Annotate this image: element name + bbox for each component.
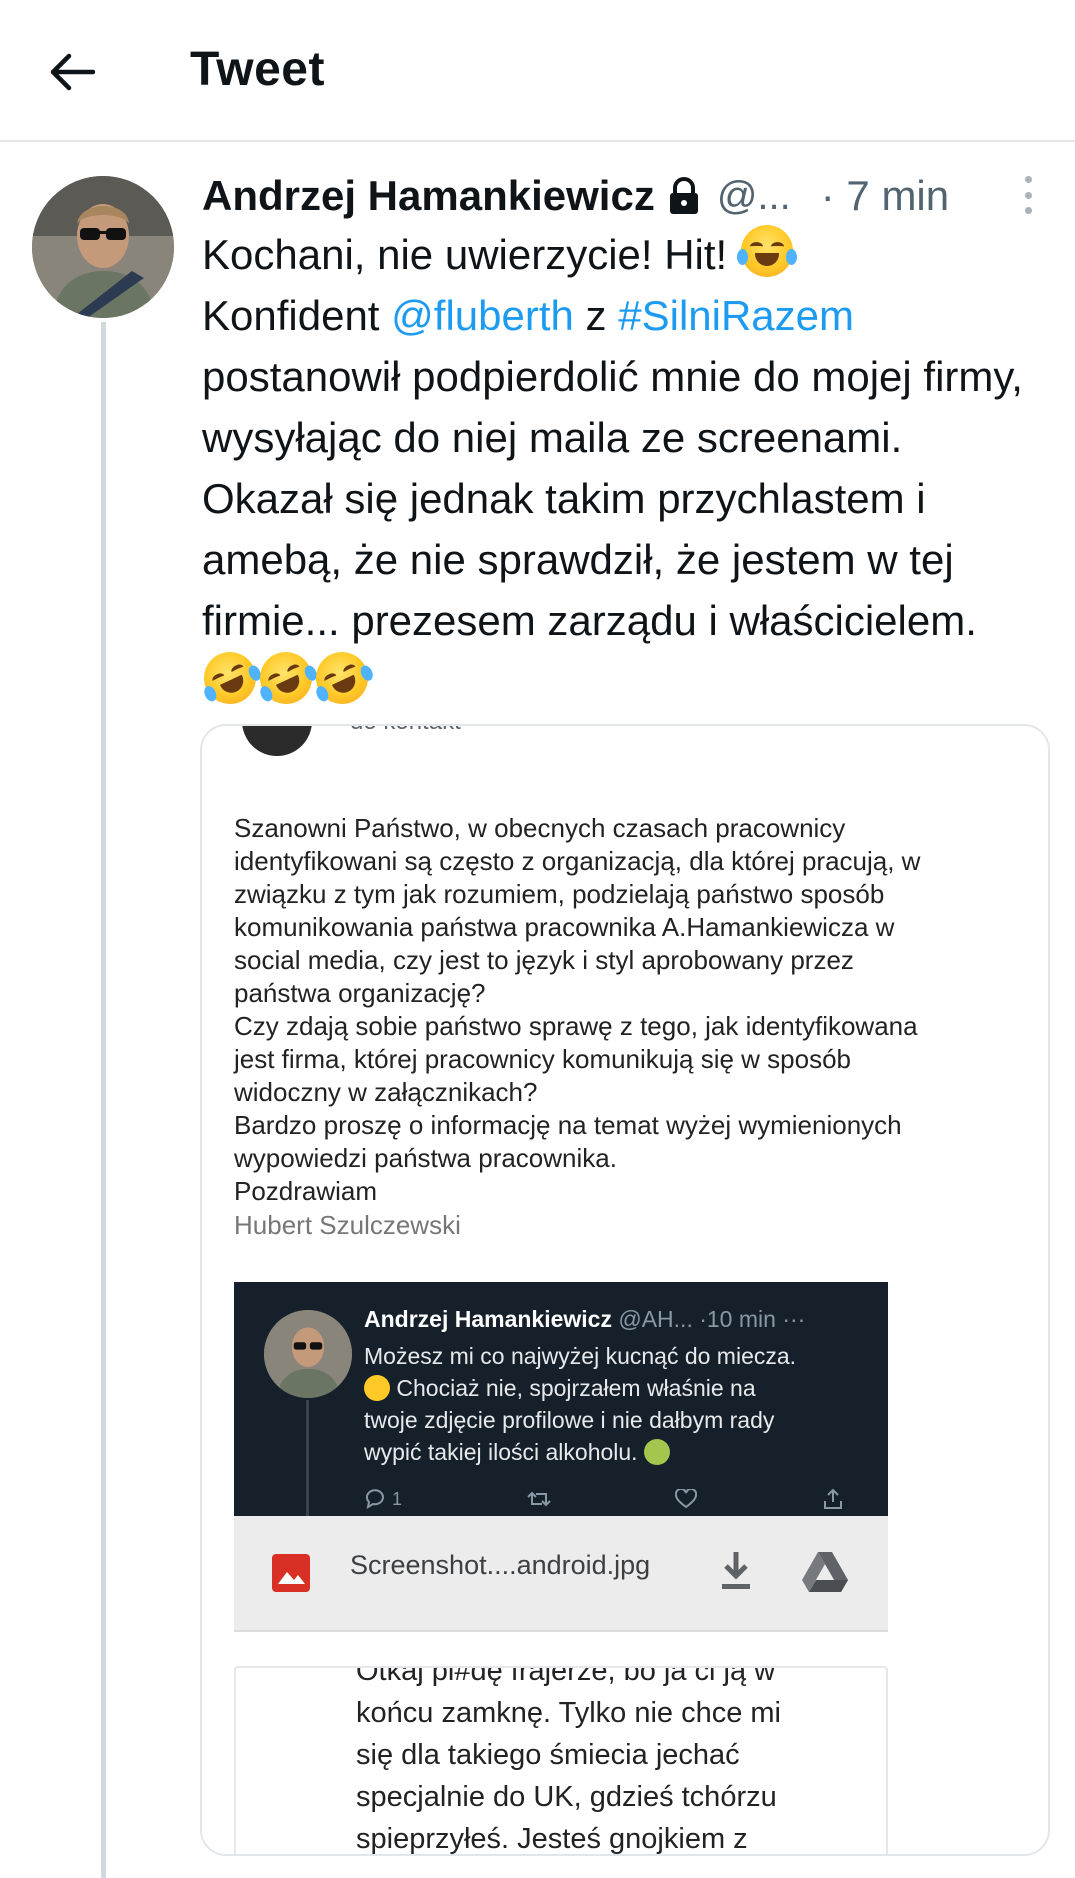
screenshot-avatar	[264, 1310, 352, 1398]
screenshot-header: Andrzej Hamankiewicz @AH... ·10 min ···	[364, 1306, 805, 1333]
screenshot-text: Możesz mi co najwyżej kucnąć do miecza. …	[364, 1340, 864, 1468]
arrow-left-icon	[50, 53, 95, 91]
second-screenshot: Otkaj pi#dę frajerze, bo ja ci ją w końc…	[234, 1666, 888, 1855]
top-bar: Tweet	[0, 0, 1075, 142]
nauseated-emoji-icon	[643, 1439, 670, 1465]
screenshot-thread-line	[306, 1400, 309, 1516]
like-action	[675, 1488, 698, 1510]
tweet-text-line1: Kochani, nie uwierzycie! Hit!	[202, 231, 739, 278]
attachment-file-name: Screenshot....android.jpg	[350, 1550, 651, 1580]
share-icon	[823, 1488, 842, 1509]
avatar-photo	[32, 176, 174, 318]
drive-icon	[802, 1552, 848, 1592]
email-recipient-label: do kontakt	[350, 726, 461, 736]
author-handle[interactable]: @...	[717, 174, 791, 219]
laughing-emoji-icon	[736, 225, 797, 277]
screenshot-actions: 1	[364, 1488, 844, 1510]
author-avatar[interactable]	[32, 176, 174, 318]
image-file-icon	[272, 1554, 310, 1592]
page-title: Tweet	[190, 43, 325, 96]
share-action	[822, 1488, 844, 1510]
screenshot-handle: @AH...	[618, 1306, 693, 1332]
screenshot-time: ·10 min	[699, 1306, 776, 1332]
lock-icon	[669, 177, 698, 214]
screenshot-more-icon: ···	[782, 1306, 806, 1332]
email-sender-avatar	[242, 726, 312, 756]
email-signature: Hubert Szulczewski	[234, 1210, 461, 1240]
hashtag-link[interactable]: #SilniRazem	[618, 292, 854, 339]
tweet-header: Andrzej Hamankiewicz @... · 7 min	[202, 166, 1032, 226]
more-vertical-icon	[1024, 176, 1032, 183]
embedded-tweet-screenshot: Andrzej Hamankiewicz @AH... ·10 min ··· …	[234, 1282, 888, 1516]
more-options-button[interactable]	[1010, 170, 1046, 220]
heart-icon	[675, 1489, 698, 1509]
tweet-text: Kochani, nie uwierzycie! Hit! Konfident …	[195, 224, 1032, 713]
download-icon	[722, 1552, 750, 1589]
screenshot-text-rest: Chociaż nie, spojrzałem właśnie na twoje…	[364, 1375, 775, 1465]
rofl-emoji-icon	[195, 643, 265, 713]
reply-count: 1	[392, 1488, 403, 1509]
tweet-text-rest: postanowił podpierdolić mnie do mojej fi…	[202, 353, 1023, 644]
laughing-emoji-icon	[364, 1375, 390, 1401]
attachment-bar: Screenshot....android.jpg	[234, 1516, 888, 1632]
second-screenshot-text: Otkaj pi#dę frajerze, bo ja ci ją w końc…	[356, 1666, 781, 1855]
back-button[interactable]	[44, 44, 100, 100]
tweet-text-z: z	[573, 292, 619, 339]
reply-icon	[365, 1489, 384, 1509]
screenshot-text-line1: Możesz mi co najwyżej kucnąć do miecza.	[364, 1343, 797, 1369]
reply-action: 1	[364, 1488, 402, 1510]
tweet-time[interactable]: · 7 min	[821, 172, 949, 220]
author-name[interactable]: Andrzej Hamankiewicz	[202, 172, 655, 220]
tweet-text-konfident: Konfident	[202, 292, 392, 339]
attached-image[interactable]: do kontakt Szanowni Państwo, w obecnych …	[200, 724, 1050, 1856]
thread-line	[101, 322, 106, 1878]
rofl-emoji-icon	[251, 643, 321, 713]
email-body: Szanowni Państwo, w obecnych czasach pra…	[234, 813, 921, 1206]
rofl-emoji-icon	[307, 643, 377, 713]
retweet-action	[526, 1488, 551, 1510]
screenshot-author-name: Andrzej Hamankiewicz	[364, 1306, 612, 1332]
retweet-icon	[526, 1491, 551, 1507]
mention-link[interactable]: @fluberth	[391, 292, 574, 339]
